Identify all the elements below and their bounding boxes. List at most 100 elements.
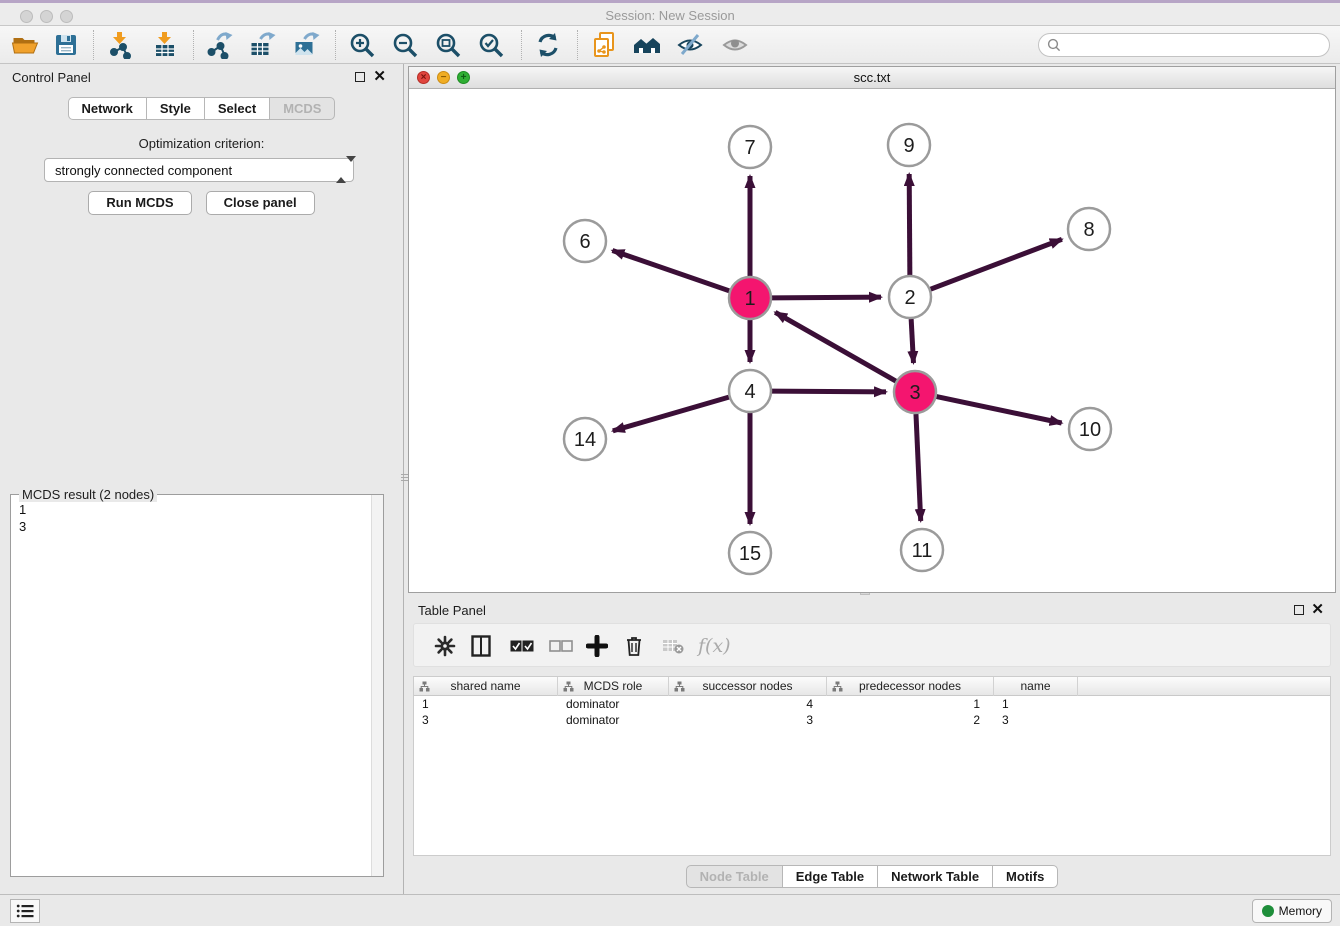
tab-motifs[interactable]: Motifs xyxy=(992,865,1058,888)
column-header[interactable]: MCDS role xyxy=(558,677,669,696)
table-panel-header: Table Panel ✕ xyxy=(408,597,1336,625)
tab-style[interactable]: Style xyxy=(146,97,205,120)
graph-edge-4-3[interactable] xyxy=(772,391,886,392)
criterion-select[interactable]: strongly connected component xyxy=(44,158,354,182)
eye-icon xyxy=(721,31,749,59)
graph-edge-2-9[interactable] xyxy=(909,174,910,275)
mcds-result-text[interactable]: 1 3 xyxy=(11,497,370,876)
table-settings-button[interactable] xyxy=(434,632,456,660)
table-cell[interactable]: 3 xyxy=(414,712,558,728)
graph-node-9[interactable]: 9 xyxy=(888,124,930,166)
zoom-fit-button[interactable] xyxy=(431,29,465,61)
graph-node-10[interactable]: 10 xyxy=(1069,408,1111,450)
delete-column-button[interactable] xyxy=(624,632,644,660)
run-mcds-button[interactable]: Run MCDS xyxy=(88,191,191,215)
export-image-icon xyxy=(291,31,320,59)
network-window-titlebar[interactable]: × − + scc.txt xyxy=(409,67,1335,89)
unchecked-boxes-icon xyxy=(549,640,573,652)
graph-node-8[interactable]: 8 xyxy=(1068,208,1110,250)
tab-network-table[interactable]: Network Table xyxy=(877,865,993,888)
control-panel-header: Control Panel ✕ xyxy=(0,64,403,92)
graph-node-15[interactable]: 15 xyxy=(729,532,771,574)
svg-text:8: 8 xyxy=(1083,219,1094,241)
first-neighbors-button[interactable] xyxy=(630,29,664,61)
float-panel-icon[interactable] xyxy=(1294,605,1304,615)
open-session-button[interactable] xyxy=(7,29,41,61)
close-panel-icon[interactable]: ✕ xyxy=(373,67,386,85)
table-cell[interactable]: 3 xyxy=(994,712,1078,728)
search-input[interactable] xyxy=(1065,38,1329,53)
task-history-button[interactable] xyxy=(10,899,40,923)
graph-edge-2-3[interactable] xyxy=(911,319,913,363)
add-column-button[interactable] xyxy=(586,632,608,660)
graph-edge-1-2[interactable] xyxy=(772,297,881,298)
optimization-criterion-label: Optimization criterion: xyxy=(0,136,403,151)
graph-node-11[interactable]: 11 xyxy=(901,529,943,571)
gear-icon xyxy=(434,635,456,657)
close-panel-icon[interactable]: ✕ xyxy=(1311,600,1324,618)
deselect-all-button[interactable] xyxy=(549,632,573,660)
graph-node-14[interactable]: 14 xyxy=(564,418,606,460)
table-row[interactable]: 1dominator411 xyxy=(414,696,1330,712)
graph-edge-3-1[interactable] xyxy=(775,312,896,381)
table-cell[interactable]: dominator xyxy=(558,712,669,728)
tab-select[interactable]: Select xyxy=(204,97,270,120)
column-header[interactable]: shared name xyxy=(414,677,558,696)
table-cell[interactable]: 3 xyxy=(669,712,827,728)
import-network-button[interactable] xyxy=(103,29,137,61)
tab-edge-table[interactable]: Edge Table xyxy=(782,865,878,888)
table-body: 1dominator4113dominator323 xyxy=(414,696,1330,728)
export-image-button[interactable] xyxy=(288,29,322,61)
graph-node-4[interactable]: 4 xyxy=(729,370,771,412)
table-cell[interactable]: 1 xyxy=(827,696,994,712)
zoom-selected-button[interactable] xyxy=(474,29,508,61)
delete-table-button[interactable] xyxy=(662,632,684,660)
function-builder-button[interactable]: f(x) xyxy=(698,632,731,660)
table-cell[interactable]: 1 xyxy=(994,696,1078,712)
result-scrollbar[interactable] xyxy=(371,495,383,876)
svg-text:14: 14 xyxy=(574,429,596,451)
graph-edge-4-14[interactable] xyxy=(613,397,729,431)
float-panel-icon[interactable] xyxy=(355,72,365,82)
close-panel-button[interactable]: Close panel xyxy=(206,191,315,215)
copy-network-view-button[interactable] xyxy=(587,29,621,61)
graph-node-6[interactable]: 6 xyxy=(564,220,606,262)
graph-node-3[interactable]: 3 xyxy=(894,371,936,413)
graph-node-7[interactable]: 7 xyxy=(729,126,771,168)
tab-mcds[interactable]: MCDS xyxy=(269,97,335,120)
column-header[interactable]: successor nodes xyxy=(669,677,827,696)
tab-network[interactable]: Network xyxy=(68,97,147,120)
table-row[interactable]: 3dominator323 xyxy=(414,712,1330,728)
export-table-button[interactable] xyxy=(244,29,278,61)
hide-graphics-details-button[interactable] xyxy=(673,29,707,61)
graph-edge-3-11[interactable] xyxy=(916,414,921,521)
zoom-in-button[interactable] xyxy=(345,29,379,61)
zoom-out-button[interactable] xyxy=(388,29,422,61)
import-table-button[interactable] xyxy=(148,29,182,61)
graph-edge-1-6[interactable] xyxy=(612,250,729,290)
svg-text:9: 9 xyxy=(903,135,914,157)
eye-slash-icon xyxy=(676,31,704,59)
tab-node-table[interactable]: Node Table xyxy=(686,865,783,888)
memory-button[interactable]: Memory xyxy=(1252,899,1332,923)
network-canvas[interactable]: 7 9 6 8 1 2 4 3 14 10 15 11 xyxy=(409,89,1335,592)
table-cell[interactable]: 2 xyxy=(827,712,994,728)
export-network-button[interactable] xyxy=(201,29,235,61)
table-cell[interactable]: 1 xyxy=(414,696,558,712)
show-graphics-details-button[interactable] xyxy=(718,29,752,61)
column-header[interactable]: name xyxy=(994,677,1078,696)
toolbar-separator xyxy=(521,30,522,60)
graph-node-2[interactable]: 2 xyxy=(889,276,931,318)
select-all-button[interactable] xyxy=(510,632,534,660)
graph-node-1[interactable]: 1 xyxy=(729,277,771,319)
vertical-split-grip[interactable] xyxy=(401,468,408,486)
save-session-button[interactable] xyxy=(49,29,83,61)
apply-layout-button[interactable] xyxy=(531,29,565,61)
table-cell[interactable]: dominator xyxy=(558,696,669,712)
graph-edge-2-8[interactable] xyxy=(931,239,1062,289)
show-columns-button[interactable] xyxy=(471,632,491,660)
column-header[interactable]: predecessor nodes xyxy=(827,677,994,696)
memory-status-icon xyxy=(1262,905,1274,917)
table-cell[interactable]: 4 xyxy=(669,696,827,712)
graph-edge-3-10[interactable] xyxy=(937,397,1062,423)
